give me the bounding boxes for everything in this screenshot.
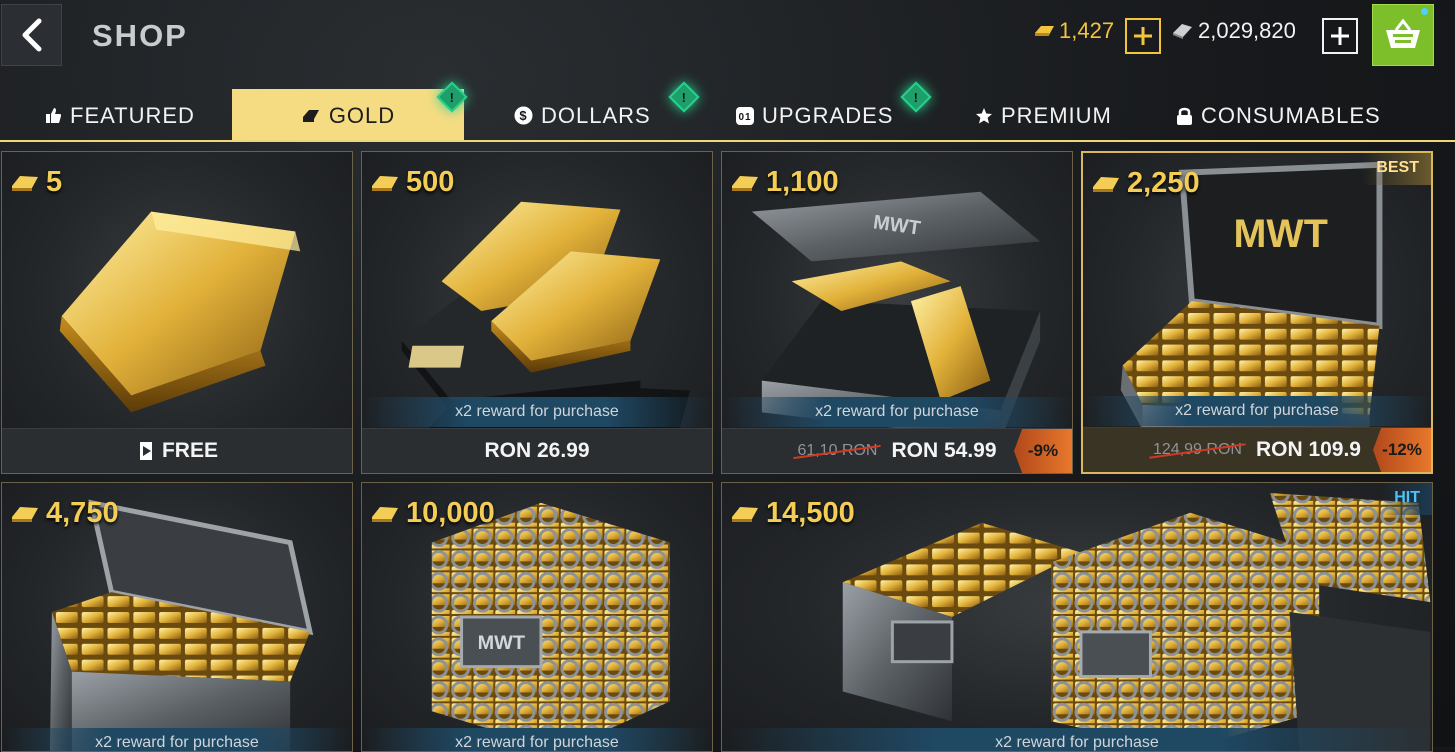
offer-card-10000-gold[interactable]: MWT 10,000 x2 reward for purchase	[361, 482, 713, 752]
tabs-underline	[0, 140, 1455, 142]
plus-icon	[1331, 27, 1349, 45]
offer-card-1100-gold[interactable]: MWT 1,100 x2 reward for purchase 61,10 R…	[721, 151, 1073, 474]
best-badge: BEST	[1362, 153, 1431, 185]
reward-banner: x2 reward for purchase	[1083, 396, 1431, 426]
tab-consumables[interactable]: CONSUMABLES	[1176, 89, 1381, 142]
offer-amount: 14,500	[730, 497, 855, 530]
price: RON 109.9	[1255, 438, 1361, 461]
offer-amount: 500	[370, 166, 454, 199]
reward-banner: x2 reward for purchase	[362, 728, 712, 751]
category-tabs: FEATURED GOLD $ DOLLARS 01 UPGRADES PREM…	[0, 81, 1455, 142]
gold-bar-icon	[12, 506, 38, 522]
old-price: 61,10 RON	[797, 442, 878, 459]
offer-card-2250-gold[interactable]: MWT 2,250 BEST x2 reward for purchase 12…	[1081, 151, 1433, 474]
price-button[interactable]: 124,99 RON RON 109.9 -12%	[1083, 427, 1431, 472]
gold-bar-icon	[372, 175, 398, 191]
dollar-balance-value: 2,029,820	[1198, 18, 1296, 43]
tab-upgrades[interactable]: 01 UPGRADES	[736, 89, 893, 142]
gold-bar-image	[59, 211, 301, 413]
upgrade-icon: 01	[736, 106, 754, 125]
gold-bar-icon	[372, 506, 398, 522]
thumbs-up-icon	[46, 108, 61, 123]
gold-bar-icon	[12, 175, 38, 191]
svg-text:MWT: MWT	[478, 632, 525, 654]
offer-card-500-gold[interactable]: 500 x2 reward for purchase RON 26.99	[361, 151, 713, 474]
page-title: SHOP	[92, 18, 188, 53]
svg-text:MWT: MWT	[1234, 212, 1328, 256]
lock-icon	[1177, 107, 1192, 125]
offer-amount: 10,000	[370, 497, 495, 530]
price-button[interactable]: 61,10 RON RON 54.99 -9%	[722, 428, 1072, 473]
tab-gold[interactable]: GOLD	[232, 89, 464, 142]
price: RON 26.99	[484, 439, 590, 462]
discount-badge: -12%	[1373, 428, 1431, 472]
reward-banner: x2 reward for purchase	[722, 397, 1072, 427]
plus-icon	[1134, 27, 1152, 45]
price-button[interactable]: RON 26.99	[362, 428, 712, 473]
tab-premium[interactable]: PREMIUM	[975, 89, 1112, 142]
svg-text:$: $	[519, 108, 527, 123]
gold-bar-icon	[1035, 26, 1054, 36]
dollar-coin-icon: $	[514, 106, 533, 125]
offer-card-5-gold[interactable]: 5 FREE	[1, 151, 353, 474]
gold-balance-value: 1,427	[1059, 18, 1115, 43]
gold-bar-icon	[302, 109, 319, 122]
cash-icon	[1173, 24, 1192, 39]
price: RON 54.99	[891, 439, 997, 462]
gold-bar-icon	[732, 506, 758, 522]
video-ad-icon	[136, 442, 155, 460]
offer-amount: 4,750	[10, 497, 119, 530]
gold-balance: 1,427	[1033, 18, 1114, 44]
basket-button[interactable]	[1372, 4, 1434, 66]
old-price: 124,99 RON	[1153, 441, 1242, 458]
add-gold-button[interactable]	[1125, 18, 1161, 54]
basket-icon	[1386, 19, 1420, 48]
offer-card-14500-gold[interactable]: 14,500 HIT x2 reward for purchase	[721, 482, 1433, 752]
back-button[interactable]	[1, 4, 62, 66]
chevron-left-icon	[22, 18, 41, 52]
offer-card-4750-gold[interactable]: 4,750 x2 reward for purchase	[1, 482, 353, 752]
reward-banner: x2 reward for purchase	[362, 397, 712, 427]
tab-featured[interactable]: FEATURED	[45, 89, 195, 142]
price-button[interactable]: FREE	[2, 428, 352, 473]
dollar-balance: 2,029,820	[1170, 18, 1296, 44]
offer-amount: 1,100	[730, 166, 839, 199]
offer-amount: 2,250	[1091, 167, 1200, 200]
tab-dollars[interactable]: $ DOLLARS	[514, 89, 651, 142]
notification-dot	[1421, 8, 1428, 15]
add-dollars-button[interactable]	[1322, 18, 1358, 54]
gold-bar-icon	[1093, 176, 1119, 192]
star-icon	[976, 107, 992, 123]
offer-amount: 5	[10, 166, 62, 199]
gold-bar-icon	[732, 175, 758, 191]
reward-banner: x2 reward for purchase	[722, 728, 1432, 751]
reward-banner: x2 reward for purchase	[2, 728, 352, 751]
svg-text:01: 01	[738, 112, 751, 123]
discount-badge: -9%	[1014, 429, 1072, 473]
hit-badge: HIT	[1380, 483, 1432, 515]
